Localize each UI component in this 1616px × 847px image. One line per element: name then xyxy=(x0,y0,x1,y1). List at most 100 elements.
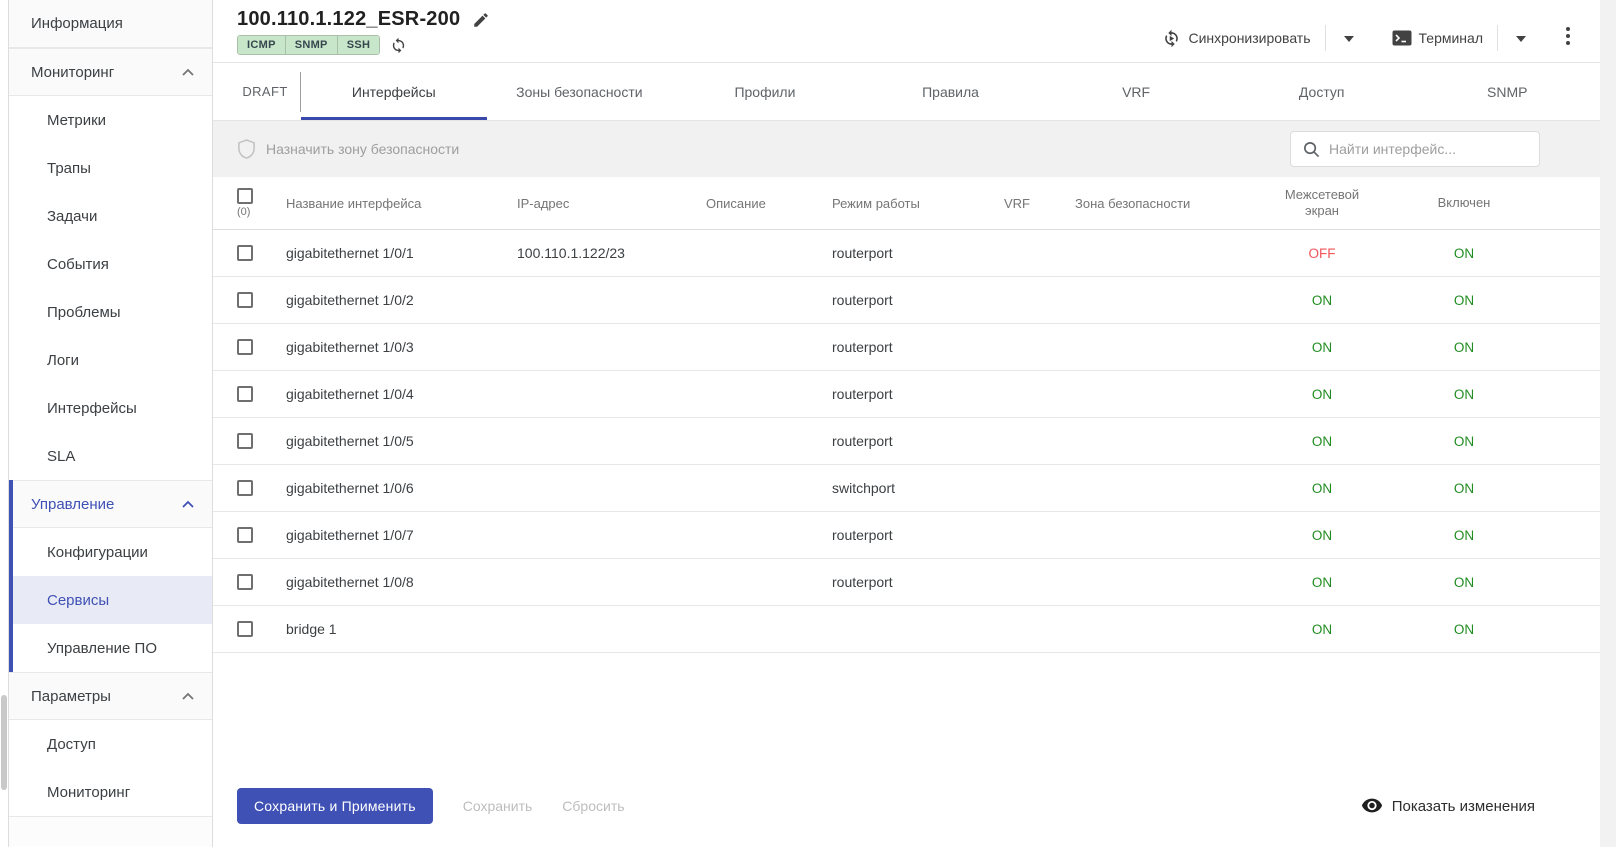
row-checkbox[interactable] xyxy=(237,527,253,543)
table-row[interactable]: gigabitethernet 1/0/2 routerport ON ON xyxy=(213,277,1600,324)
synchronize-dropdown-button[interactable] xyxy=(1336,23,1362,53)
save-and-apply-button[interactable]: Сохранить и Применить xyxy=(237,788,433,824)
tab-label: Правила xyxy=(922,83,979,100)
column-header-vrf: VRF xyxy=(1004,195,1030,211)
save-button[interactable]: Сохранить xyxy=(463,798,533,814)
sidebar-item-label: События xyxy=(47,255,109,273)
enabled-status: ON xyxy=(1453,574,1475,590)
table-row[interactable]: gigabitethernet 1/0/8 routerport ON ON xyxy=(213,559,1600,606)
page-scrollbar[interactable] xyxy=(1600,0,1616,847)
sidebar-section-label: Параметры xyxy=(31,687,111,705)
sidebar-item-services[interactable]: Сервисы xyxy=(13,576,212,624)
chevron-down-icon xyxy=(1343,29,1354,47)
reset-button[interactable]: Сбросить xyxy=(562,798,624,814)
row-checkbox[interactable] xyxy=(237,574,253,590)
tab-access[interactable]: Доступ xyxy=(1229,63,1415,120)
divider xyxy=(1497,25,1498,51)
tab-snmp[interactable]: SNMP xyxy=(1414,63,1600,120)
table-row[interactable]: bridge 1 ON ON xyxy=(213,606,1600,653)
sidebar-item-configurations[interactable]: Конфигурации xyxy=(13,528,212,576)
interface-name: bridge 1 xyxy=(286,621,337,637)
refresh-icon[interactable] xyxy=(390,37,407,54)
select-all-checkbox[interactable] xyxy=(237,188,253,204)
page-title: 100.110.1.122_ESR-200 xyxy=(237,8,461,30)
tab-rules[interactable]: Правила xyxy=(858,63,1044,120)
sidebar-item-label: Конфигурации xyxy=(47,543,148,561)
tab-interfaces[interactable]: Интерфейсы xyxy=(301,63,487,120)
row-checkbox[interactable] xyxy=(237,339,253,355)
enabled-status: ON xyxy=(1453,292,1475,308)
row-checkbox[interactable] xyxy=(237,245,253,261)
assign-zone-button[interactable]: Назначить зону безопасности xyxy=(237,138,460,160)
show-changes-button[interactable]: Показать изменения xyxy=(1361,798,1535,815)
row-checkbox[interactable] xyxy=(237,621,253,637)
firewall-status: ON xyxy=(1311,527,1333,543)
tab-security-zones[interactable]: Зоны безопасности xyxy=(487,63,673,120)
sidebar-item-access[interactable]: Доступ xyxy=(9,720,212,768)
column-header-firewall: Межсетевой экран xyxy=(1284,186,1360,218)
sidebar-scrollbar[interactable] xyxy=(0,0,9,847)
sidebar-item-sla[interactable]: SLA xyxy=(9,432,212,480)
enabled-status: ON xyxy=(1453,386,1475,402)
search-input[interactable] xyxy=(1329,141,1527,157)
sidebar-item-traps[interactable]: Трапы xyxy=(9,144,212,192)
mode: routerport xyxy=(832,245,893,261)
table-row[interactable]: gigabitethernet 1/0/3 routerport ON ON xyxy=(213,324,1600,371)
tab-label: Профили xyxy=(734,83,796,100)
tab-bar: DRAFT Интерфейсы Зоны безопасности Профи… xyxy=(213,63,1600,121)
firewall-status: ON xyxy=(1311,339,1333,355)
table-row[interactable]: gigabitethernet 1/0/1 100.110.1.122/23 r… xyxy=(213,230,1600,277)
sidebar-item-problems[interactable]: Проблемы xyxy=(9,288,212,336)
row-checkbox[interactable] xyxy=(237,480,253,496)
enabled-status: ON xyxy=(1453,245,1475,261)
sidebar-item-information[interactable]: Информация xyxy=(9,0,212,48)
selected-count: (0) xyxy=(237,206,251,218)
sidebar-section-monitoring[interactable]: Мониторинг xyxy=(9,48,212,96)
sidebar-section-parameters[interactable]: Параметры xyxy=(9,672,212,720)
main-content: 100.110.1.122_ESR-200 ICMP SNMP SSH Синх… xyxy=(213,0,1600,847)
sidebar: Информация Мониторинг Метрики Трапы Зада… xyxy=(9,0,213,847)
status-badge-icmp: ICMP xyxy=(238,36,286,54)
sidebar-item-logs[interactable]: Логи xyxy=(9,336,212,384)
sidebar-item-software-management[interactable]: Управление ПО xyxy=(13,624,212,672)
row-checkbox[interactable] xyxy=(237,292,253,308)
interface-name: gigabitethernet 1/0/6 xyxy=(286,480,414,496)
mode: routerport xyxy=(832,574,893,590)
sidebar-item-label: Задачи xyxy=(47,207,98,225)
sidebar-item-metrics[interactable]: Метрики xyxy=(9,96,212,144)
sidebar-item-tasks[interactable]: Задачи xyxy=(9,192,212,240)
table-row[interactable]: gigabitethernet 1/0/4 routerport ON ON xyxy=(213,371,1600,418)
protocol-badges: ICMP SNMP SSH xyxy=(237,35,381,55)
tab-draft[interactable]: DRAFT xyxy=(230,63,300,120)
tab-vrf[interactable]: VRF xyxy=(1043,63,1229,120)
mode: switchport xyxy=(832,480,896,496)
interface-name: gigabitethernet 1/0/1 xyxy=(286,245,414,261)
sidebar-item-label: Мониторинг xyxy=(47,783,131,801)
table-row[interactable]: gigabitethernet 1/0/5 routerport ON ON xyxy=(213,418,1600,465)
search-icon xyxy=(1303,141,1320,158)
sidebar-item-interfaces[interactable]: Интерфейсы xyxy=(9,384,212,432)
edit-title-icon[interactable] xyxy=(472,11,490,29)
terminal-dropdown-button[interactable] xyxy=(1508,23,1534,53)
assign-zone-label: Назначить зону безопасности xyxy=(266,141,460,157)
row-checkbox[interactable] xyxy=(237,386,253,402)
terminal-button[interactable]: Терминал xyxy=(1388,24,1487,52)
tab-label: DRAFT xyxy=(242,84,288,99)
table-row[interactable]: gigabitethernet 1/0/7 routerport ON ON xyxy=(213,512,1600,559)
synchronize-button[interactable]: Синхронизировать xyxy=(1158,23,1314,54)
sidebar-scrollbar-thumb[interactable] xyxy=(1,695,7,790)
synchronize-label: Синхронизировать xyxy=(1188,30,1311,46)
firewall-status: ON xyxy=(1311,386,1333,402)
sidebar-section-management[interactable]: Управление xyxy=(13,480,212,528)
row-checkbox[interactable] xyxy=(237,433,253,449)
sidebar-item-label: Интерфейсы xyxy=(47,399,137,417)
tab-profiles[interactable]: Профили xyxy=(672,63,858,120)
column-header-enabled: Включен xyxy=(1437,194,1491,210)
table-row[interactable]: gigabitethernet 1/0/6 switchport ON ON xyxy=(213,465,1600,512)
sidebar-item-events[interactable]: События xyxy=(9,240,212,288)
sidebar-item-monitoring-settings[interactable]: Мониторинг xyxy=(9,768,212,816)
column-header-mode: Режим работы xyxy=(832,195,920,211)
mode: routerport xyxy=(832,339,893,355)
chevron-down-icon xyxy=(1516,29,1526,47)
more-options-button[interactable] xyxy=(1560,23,1576,54)
